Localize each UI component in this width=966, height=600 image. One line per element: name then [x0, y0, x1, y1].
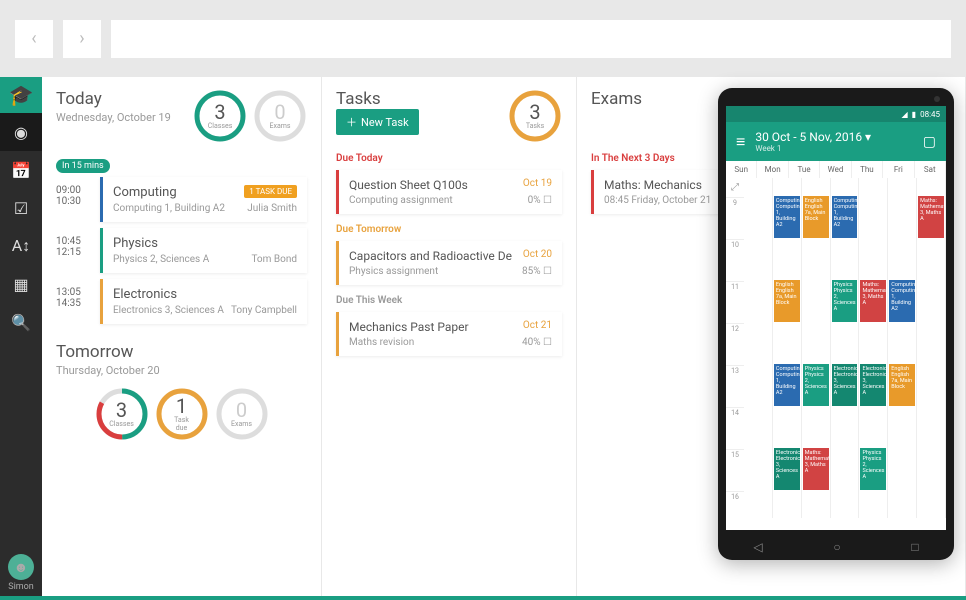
calendar-grid[interactable]: ⤢ 910111213141516 Computing Computing 1,… — [726, 178, 946, 518]
today-title: Today — [56, 89, 171, 109]
tasks-count-ring: 3Tasks — [508, 89, 562, 143]
class-row[interactable]: 10:4512:15 Physics Physics 2, Sciences A… — [56, 228, 307, 273]
browser-chrome: ‹ › — [0, 0, 966, 77]
tablet-device: ◢▮08:45 ≡ 30 Oct - 5 Nov, 2016 ▾ Week 1 … — [718, 88, 954, 560]
today-column: Today Wednesday, October 19 3Classes 0Ex… — [42, 77, 322, 600]
schedule-icon[interactable]: ▦ — [0, 265, 42, 303]
due-week-label: Due This Week — [336, 295, 562, 306]
today-icon[interactable]: ▢ — [923, 134, 936, 150]
soon-badge: In 15 mins — [56, 159, 110, 173]
exams-title: Exams — [591, 89, 642, 109]
filter-icon[interactable]: ⤢ — [726, 178, 744, 197]
home-icon[interactable]: ○ — [833, 540, 840, 554]
task-card[interactable]: Question Sheet Q100sOct 19 Computing ass… — [336, 170, 562, 214]
bottom-accent — [0, 596, 966, 600]
tomorrow-tasks-ring: 1Task due — [155, 387, 209, 441]
calendar-event[interactable]: Physics Physics 2, Sciences A — [832, 280, 858, 322]
class-row[interactable]: 09:0010:30 1 TASK DUE Computing Computin… — [56, 177, 307, 222]
calendar-event[interactable]: Electronics Electronics 3, Sciences A — [832, 364, 858, 406]
status-bar: ◢▮08:45 — [726, 106, 946, 122]
user-profile[interactable]: ☻ Simon — [8, 546, 34, 600]
tablet-camera — [934, 96, 940, 102]
calendar-event[interactable]: English English 7a, Main Block — [803, 196, 829, 238]
calendar-event[interactable]: Electronics Electronics 3, Sciences A — [774, 448, 800, 490]
due-today-label: Due Today — [336, 153, 562, 164]
calendar-event[interactable]: Electronics Electronics 3, Sciences A — [860, 364, 886, 406]
task-card[interactable]: Mechanics Past PaperOct 21 Maths revisio… — [336, 312, 562, 356]
url-bar[interactable] — [111, 20, 951, 58]
android-nav: ◁ ○ □ — [718, 540, 954, 554]
tomorrow-classes-ring: 3Classes — [95, 387, 149, 441]
back-icon[interactable]: ◁ — [753, 540, 762, 554]
new-task-button[interactable]: ＋New Task — [336, 109, 419, 135]
class-row[interactable]: 13:0514:35 Electronics Electronics 3, Sc… — [56, 279, 307, 324]
tomorrow-exams-ring: 0Exams — [215, 387, 269, 441]
exams-ring: 0Exams — [253, 89, 307, 143]
tomorrow-date: Thursday, October 20 — [56, 364, 307, 377]
calendar-event[interactable]: Physics Physics 2, Sciences A — [860, 448, 886, 490]
tablet-header: ≡ 30 Oct - 5 Nov, 2016 ▾ Week 1 ▢ — [726, 122, 946, 161]
task-due-badge: 1 TASK DUE — [244, 185, 297, 198]
menu-icon[interactable]: ≡ — [736, 132, 745, 152]
task-card[interactable]: Capacitors and Radioactive DeOct 20 Phys… — [336, 241, 562, 285]
calendar-event[interactable]: Maths: Mathematics 3, Maths A — [918, 196, 944, 238]
calendar-icon[interactable]: 📅 — [0, 151, 42, 189]
calendar-event[interactable]: Computing Computing 1, Building A2 — [832, 196, 858, 238]
tasks-column: Tasks ＋New Task 3Tasks Due Today Questio… — [322, 77, 577, 600]
user-name: Simon — [8, 582, 34, 592]
tomorrow-title: Tomorrow — [56, 342, 307, 362]
calendar-event[interactable]: Physics Physics 2, Sciences A — [803, 364, 829, 406]
calendar-event[interactable]: Computing Computing 1, Building A2 — [889, 280, 915, 322]
sidebar: 🎓 ◉ 📅 ☑ A↕ ▦ 🔍 ☻ Simon — [0, 77, 42, 600]
today-date: Wednesday, October 19 — [56, 111, 171, 124]
calendar-event[interactable]: Computing Computing 1, Building A2 — [774, 196, 800, 238]
tasks-icon[interactable]: ☑ — [0, 189, 42, 227]
avatar: ☻ — [8, 554, 34, 580]
calendar-event[interactable]: Computing Computing 1, Building A2 — [774, 364, 800, 406]
app-logo[interactable]: 🎓 — [0, 77, 42, 113]
dashboard-icon[interactable]: ◉ — [0, 113, 42, 151]
due-tomorrow-label: Due Tomorrow — [336, 224, 562, 235]
week-selector[interactable]: 30 Oct - 5 Nov, 2016 ▾ Week 1 — [755, 130, 912, 153]
calendar-event[interactable]: Maths: Mathematics 3, Maths A — [803, 448, 829, 490]
search-icon[interactable]: 🔍 — [0, 303, 42, 341]
exams-icon[interactable]: A↕ — [0, 227, 42, 265]
calendar-event[interactable]: English English 7a, Main Block — [774, 280, 800, 322]
calendar-event[interactable]: English English 7a, Main Block — [889, 364, 915, 406]
tasks-title: Tasks — [336, 89, 419, 109]
recent-icon[interactable]: □ — [911, 540, 918, 554]
calendar-event[interactable]: Maths: Mathematics 3, Maths A — [860, 280, 886, 322]
classes-ring: 3Classes — [193, 89, 247, 143]
weekday-header: SunMonTueWedThuFriSat — [726, 161, 946, 178]
plus-icon: ＋ — [346, 114, 357, 130]
tablet-screen: ◢▮08:45 ≡ 30 Oct - 5 Nov, 2016 ▾ Week 1 … — [726, 106, 946, 530]
back-button[interactable]: ‹ — [15, 20, 53, 58]
forward-button[interactable]: › — [63, 20, 101, 58]
